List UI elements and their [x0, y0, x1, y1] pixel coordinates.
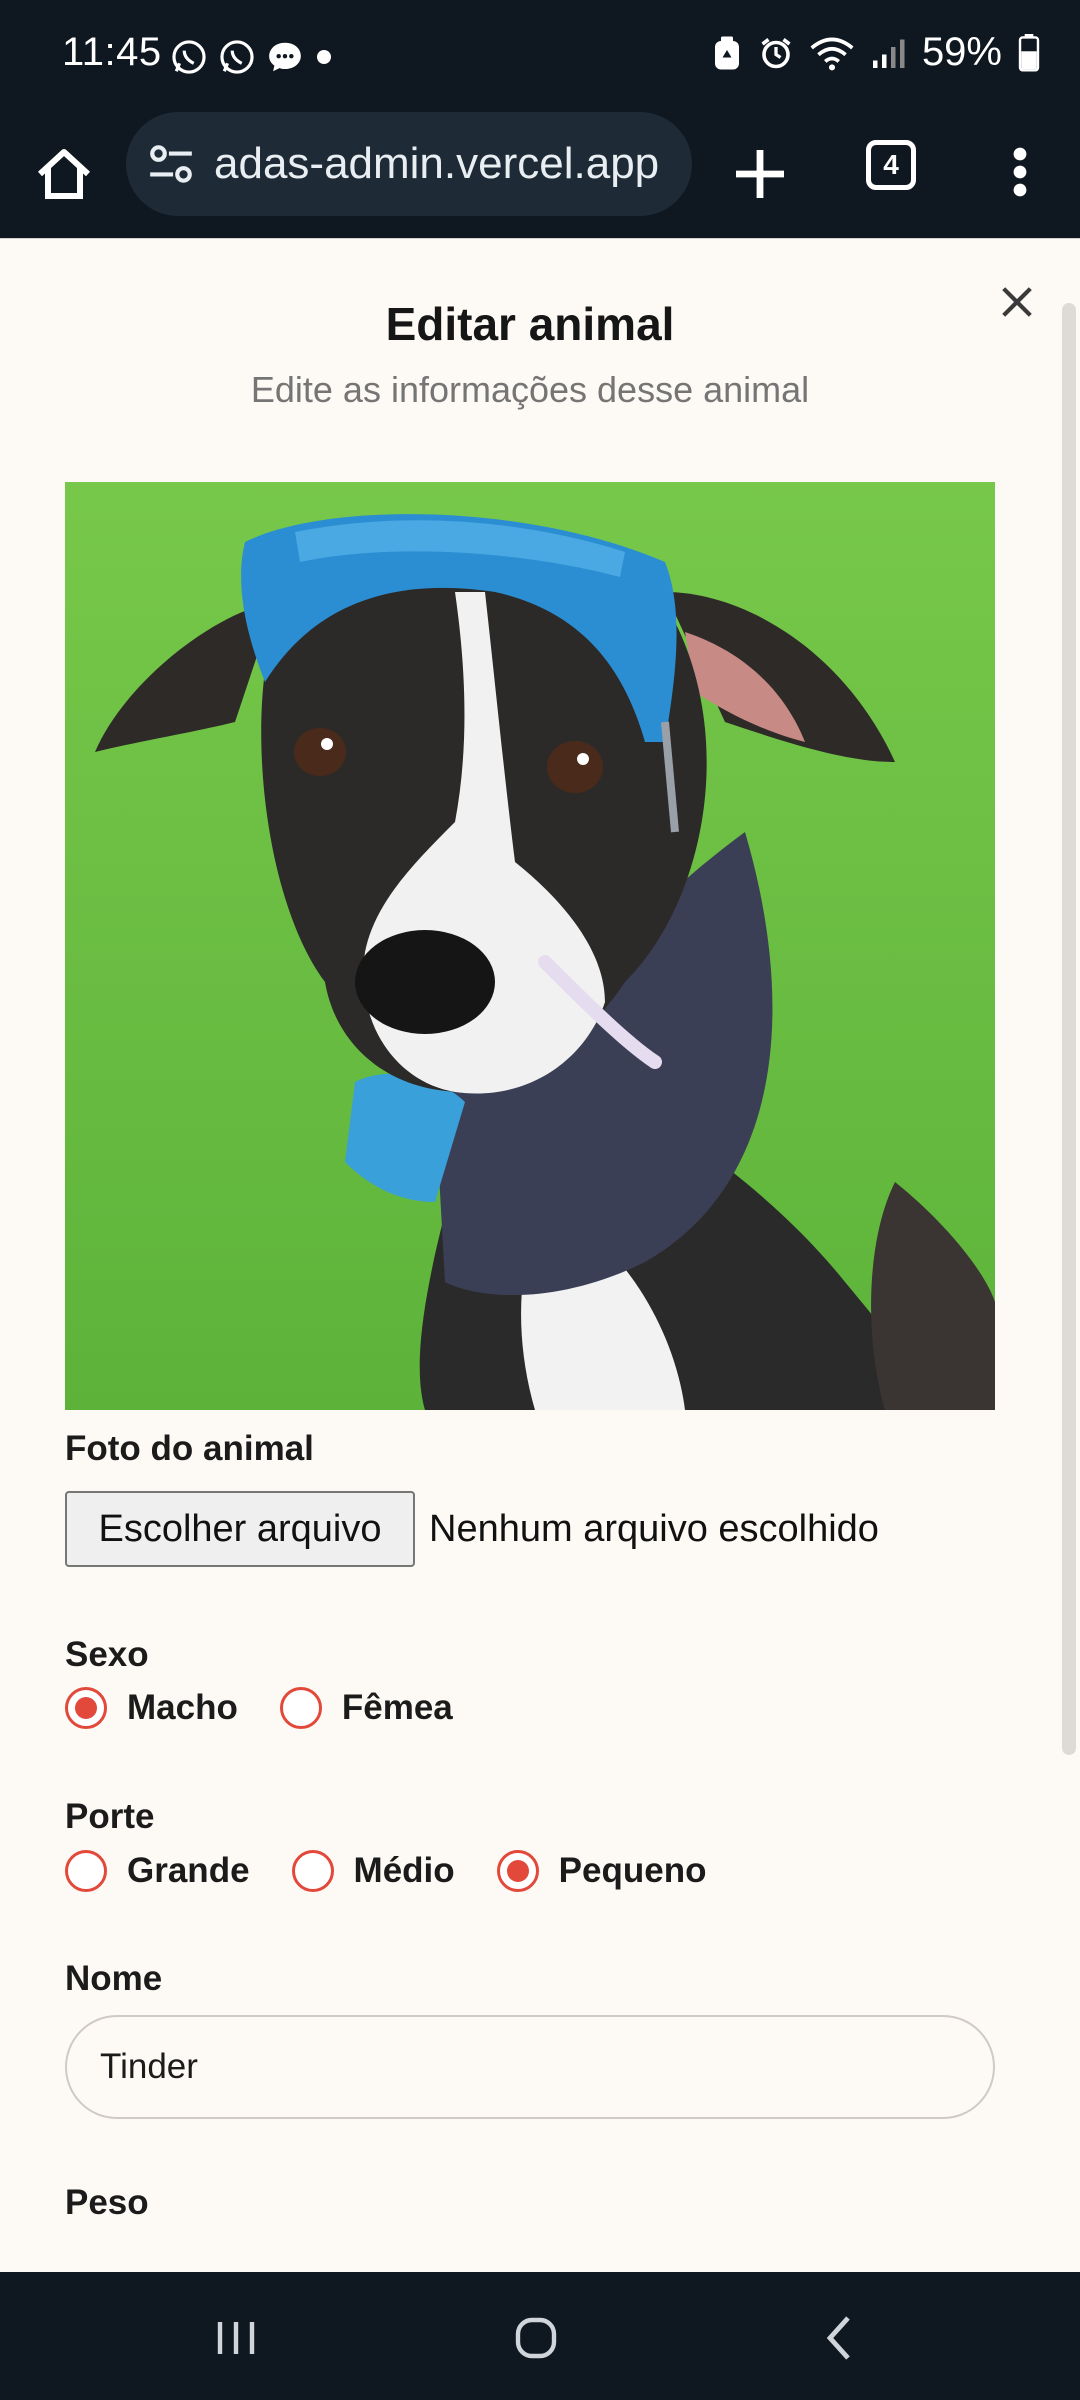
radio-button[interactable]: [496, 1850, 539, 1892]
file-input: Escolher arquivo Nenhum arquivo escolhid…: [65, 1491, 879, 1567]
browser-toolbar: adas-admin.vercel.app 4: [0, 110, 1080, 238]
system-nav-bar: [0, 2272, 1080, 2400]
battery-percentage: 59%: [921, 30, 1002, 74]
system-status-icons: 59%: [712, 30, 1040, 75]
alarm-icon: [758, 35, 794, 71]
nome-input[interactable]: Tinder: [65, 2015, 995, 2119]
home-button[interactable]: [32, 134, 96, 214]
sexo-radio-group: Macho Fêmea: [65, 1687, 495, 1729]
radio-label: Fêmea: [341, 1688, 453, 1727]
home-icon: [37, 149, 91, 199]
messages-icon: [266, 38, 304, 76]
status-time: 11:45: [62, 30, 162, 74]
back-button[interactable]: [810, 2308, 870, 2368]
whatsapp-icon: [170, 38, 208, 76]
site-settings-icon[interactable]: [146, 139, 196, 189]
radio-option-medio[interactable]: Médio: [291, 1850, 455, 1892]
radio-label: Médio: [353, 1851, 455, 1890]
recents-icon: [217, 2322, 255, 2354]
radio-button[interactable]: [65, 1850, 107, 1892]
radio-option-femea[interactable]: Fêmea: [279, 1687, 453, 1729]
dot-icon: [314, 47, 334, 67]
radio-label: Macho: [127, 1688, 238, 1727]
radio-option-pequeno[interactable]: Pequeno: [496, 1850, 707, 1892]
battery-icon: [1018, 33, 1040, 72]
nome-label: Nome: [65, 1959, 163, 1998]
edit-animal-modal: Editar animal Edite as informações desse…: [0, 238, 1080, 2272]
animal-photo: [65, 482, 995, 1410]
porte-radio-group: Grande Médio Pequeno: [65, 1850, 748, 1892]
modal-title: Editar animal: [385, 298, 675, 350]
scrollbar[interactable]: [1062, 303, 1076, 1755]
choose-file-button[interactable]: Escolher arquivo: [65, 1491, 415, 1567]
whatsapp-icon: [218, 38, 256, 76]
file-status: Nenhum arquivo escolhido: [429, 1507, 879, 1550]
porte-label: Porte: [65, 1797, 155, 1836]
url-text: adas-admin.vercel.app: [214, 139, 660, 188]
photo-label: Foto do animal: [65, 1429, 314, 1468]
tab-switcher-button[interactable]: 4: [866, 140, 916, 190]
address-bar[interactable]: adas-admin.vercel.app: [126, 112, 692, 216]
signal-icon: [870, 35, 906, 71]
home-circle-icon: [515, 2317, 557, 2359]
sexo-label: Sexo: [65, 1635, 149, 1674]
peso-label: Peso: [65, 2183, 149, 2222]
radio-selected-dot: [506, 1860, 529, 1882]
recent-apps-button[interactable]: [206, 2308, 266, 2368]
more-vert-icon: [1013, 147, 1027, 197]
radio-selected-dot: [75, 1697, 97, 1719]
modal-subtitle: Edite as informações desse animal: [250, 369, 810, 410]
back-icon: [826, 2316, 850, 2360]
radio-option-grande[interactable]: Grande: [65, 1850, 250, 1892]
wifi-icon: [810, 34, 854, 72]
radio-label: Pequeno: [558, 1851, 707, 1890]
home-nav-button[interactable]: [506, 2308, 566, 2368]
recycle-lock-icon: [712, 34, 742, 72]
radio-button[interactable]: [291, 1850, 334, 1892]
notification-icons: [170, 38, 334, 76]
radio-button[interactable]: [279, 1687, 322, 1729]
status-bar: 11:45 59%: [0, 0, 1080, 110]
radio-option-macho[interactable]: Macho: [65, 1687, 238, 1729]
new-tab-button[interactable]: [730, 134, 790, 214]
plus-icon: [736, 150, 784, 198]
radio-button[interactable]: [65, 1687, 107, 1729]
browser-menu-button[interactable]: [1000, 132, 1040, 212]
radio-label: Grande: [127, 1851, 250, 1890]
